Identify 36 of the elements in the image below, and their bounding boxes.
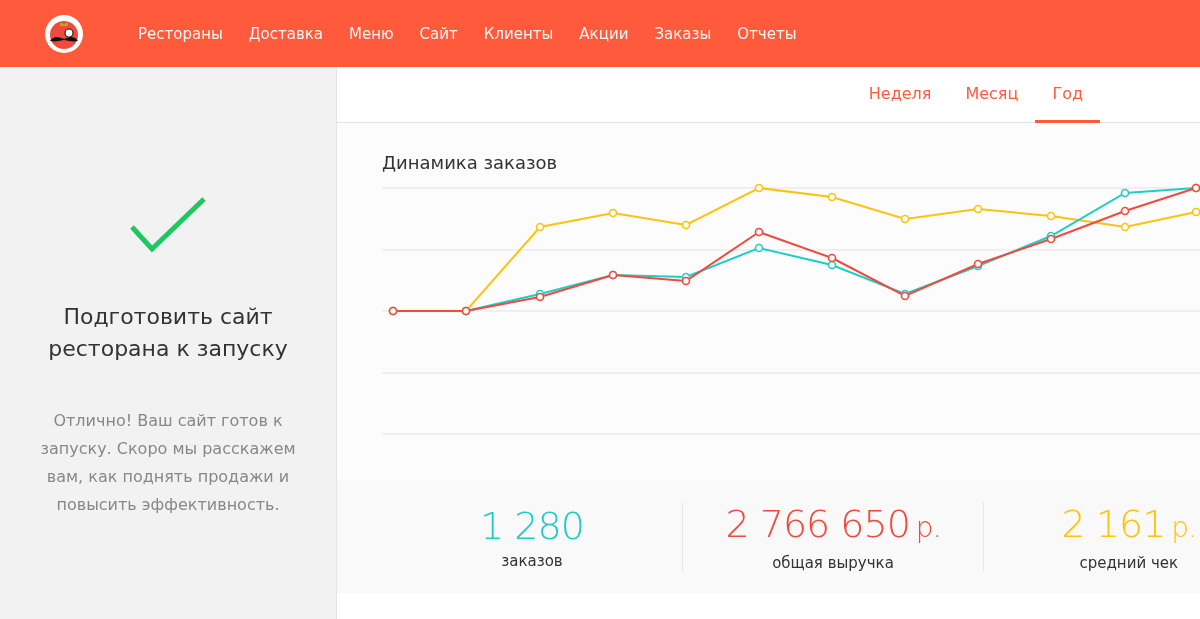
data-point (827, 253, 837, 263)
data-point (1120, 188, 1130, 198)
data-point (900, 214, 910, 224)
nav-link[interactable]: Сайт (419, 24, 458, 43)
data-point (681, 220, 691, 230)
sidebar-title: Подготовить сайт ресторана к запуску (47, 303, 289, 363)
data-point (754, 243, 764, 253)
data-point (1120, 206, 1130, 216)
nav-link[interactable]: Заказы (654, 24, 712, 43)
data-point (608, 208, 618, 218)
checkmark-icon (130, 197, 206, 255)
stat-value: 2 161 р. (1061, 501, 1196, 548)
data-point (535, 222, 545, 232)
chart-title: Динамика заказов (382, 151, 559, 175)
nav-link[interactable]: Доставка (248, 24, 323, 43)
nav-link[interactable]: Акции (579, 24, 629, 43)
nav-link[interactable]: Клиенты (483, 24, 554, 43)
stat-label: средний чек (1079, 553, 1179, 572)
stat-label: заказов (501, 551, 563, 570)
data-point (1120, 222, 1130, 232)
stat-value: 2 766 650 р. (725, 501, 941, 548)
nav-link[interactable]: Отчеты (737, 24, 797, 43)
data-point (827, 192, 837, 202)
data-point (681, 276, 691, 286)
period-tab[interactable]: Месяц (948, 67, 1036, 123)
period-tab[interactable]: Неделя (851, 67, 949, 123)
logo-icon[interactable] (44, 13, 84, 54)
sidebar-text: Отлично! Ваш сайт готов к запуску. Скоро мы расскажем вам, как поднять продажи и повысить эффективность. (39, 410, 297, 516)
data-point (754, 183, 764, 193)
data-point (973, 204, 983, 214)
stat-label: общая выручка (772, 553, 894, 572)
nav-link[interactable]: Меню (349, 24, 394, 43)
data-point (754, 227, 764, 237)
stat-value: 1 280 (480, 503, 584, 548)
data-point (1046, 211, 1056, 221)
nav-link[interactable]: Рестораны (138, 24, 223, 43)
